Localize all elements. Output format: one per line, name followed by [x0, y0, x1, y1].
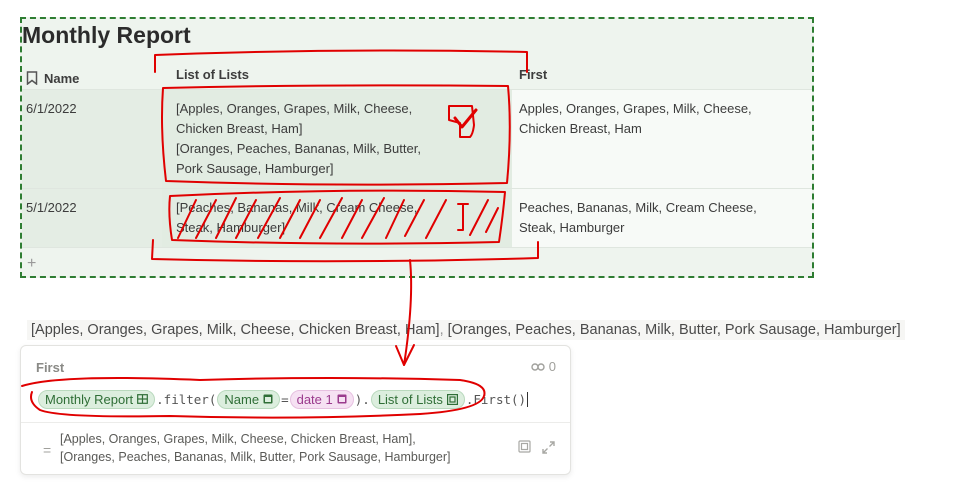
db-chip-label: Monthly Report — [45, 391, 134, 407]
column-header-first[interactable]: First — [519, 67, 547, 89]
list-of-lists-chip[interactable]: List of Lists — [370, 389, 465, 409]
list-line: [Apples, Oranges, Grapes, Milk, Cheese, — [176, 101, 413, 116]
result-list-1: [Apples, Oranges, Grapes, Milk, Cheese, … — [31, 322, 440, 338]
name-chip[interactable]: Name — [217, 389, 281, 409]
output-equals-sign: = — [43, 442, 52, 458]
list-line: Steak, Hamburger] — [176, 220, 286, 235]
formula-input[interactable]: Monthly Report .filter( Name = date 1 ). — [37, 388, 529, 410]
column-header-name[interactable]: Name — [26, 67, 79, 89]
column-header-name-label: Name — [44, 70, 80, 86]
output-actions — [518, 440, 556, 455]
row-first[interactable]: Apples, Oranges, Grapes, Milk, Cheese, C… — [519, 99, 752, 139]
first-line: Apples, Oranges, Grapes, Milk, Cheese, — [519, 101, 752, 116]
row-list-of-lists[interactable]: [Peaches, Bananas, Milk, Cream Cheese, S… — [176, 198, 417, 238]
close-paren-token: ). — [354, 391, 370, 407]
formula-property-title: First — [36, 360, 65, 375]
references-count-value: 0 — [548, 359, 556, 374]
first-line: Chicken Breast, Ham — [519, 121, 642, 136]
list-of-lists-chip-label: List of Lists — [377, 391, 443, 407]
result-list-2: [Oranges, Peaches, Bananas, Milk, Butter… — [447, 322, 901, 338]
equals-token: = — [281, 391, 289, 407]
date-chip[interactable]: date 1 — [289, 389, 354, 409]
copy-icon[interactable] — [518, 440, 531, 453]
row-first[interactable]: Peaches, Bananas, Milk, Cream Cheese, St… — [519, 198, 757, 238]
db-chip[interactable]: Monthly Report — [38, 389, 156, 409]
row-list-of-lists[interactable]: [Apples, Oranges, Grapes, Milk, Cheese, … — [176, 99, 421, 179]
references-count[interactable]: 0 — [531, 359, 556, 374]
link-icon — [531, 362, 545, 371]
calendar-icon — [263, 394, 273, 404]
filter-token: .filter( — [156, 391, 217, 407]
rollup-icon — [446, 393, 458, 405]
first-line: Peaches, Bananas, Milk, Cream Cheese, — [519, 200, 757, 215]
table-icon — [137, 394, 149, 404]
bookmark-icon — [26, 71, 38, 85]
output-line: [Apples, Oranges, Grapes, Milk, Cheese, … — [60, 432, 416, 446]
database-table: Monthly Report Name List of Lists First … — [20, 17, 814, 278]
text-cursor — [527, 391, 529, 407]
date-chip-label: date 1 — [296, 391, 333, 407]
row-name[interactable]: 6/1/2022 — [26, 99, 77, 119]
formula-output: [Apples, Oranges, Grapes, Milk, Cheese, … — [60, 430, 450, 466]
add-row-button[interactable]: + — [27, 254, 36, 274]
list-line: Chicken Breast, Ham] — [176, 121, 303, 136]
expand-icon[interactable] — [541, 440, 556, 455]
table-title: Monthly Report — [22, 22, 191, 48]
calendar-icon — [337, 394, 347, 404]
list-line: [Peaches, Bananas, Milk, Cream Cheese, — [176, 200, 418, 215]
first-call-token: .First() — [465, 391, 527, 407]
first-line: Steak, Hamburger — [519, 220, 625, 235]
name-chip-label: Name — [224, 391, 260, 407]
column-header-list-of-lists[interactable]: List of Lists — [176, 67, 249, 89]
formula-editor: First 0 Monthly Report .filter( Name = d… — [20, 345, 571, 475]
row-name[interactable]: 5/1/2022 — [26, 198, 77, 218]
list-line: [Oranges, Peaches, Bananas, Milk, Butter… — [176, 141, 421, 156]
list-line: Pork Sausage, Hamburger] — [176, 161, 334, 176]
output-line: [Oranges, Peaches, Bananas, Milk, Butter… — [60, 450, 451, 464]
formula-result-preview: [Apples, Oranges, Grapes, Milk, Cheese, … — [27, 320, 905, 340]
